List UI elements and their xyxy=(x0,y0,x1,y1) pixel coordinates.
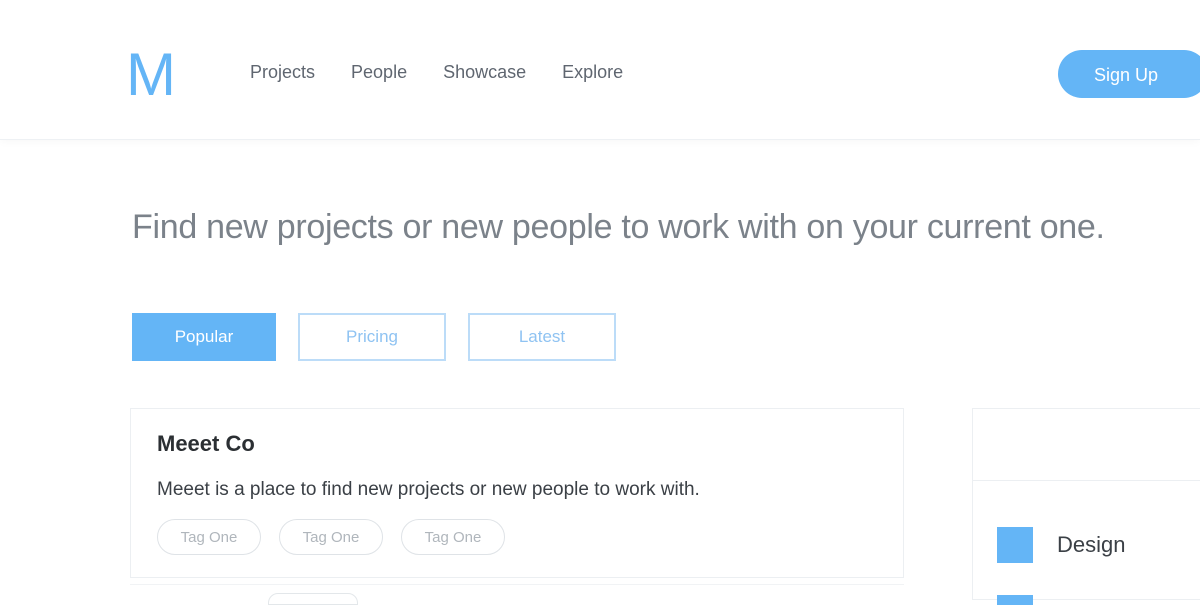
partial-element xyxy=(268,593,358,605)
project-card[interactable]: Meeet Co Meeet is a place to find new pr… xyxy=(130,408,904,578)
sidebar-item-label: Design xyxy=(1057,532,1126,557)
nav-link-explore[interactable]: Explore xyxy=(562,62,623,83)
filter-tab-pricing[interactable]: Pricing xyxy=(298,313,446,361)
main-nav: Projects People Showcase Explore xyxy=(250,62,623,83)
project-tags: Tag One Tag One Tag One xyxy=(157,519,505,555)
page-headline: Find new projects or new people to work … xyxy=(132,208,1105,246)
category-sidebar: Design xyxy=(972,408,1200,605)
nav-link-showcase[interactable]: Showcase xyxy=(443,62,526,83)
filter-tab-popular[interactable]: Popular xyxy=(132,313,276,361)
project-description: Meeet is a place to find new projects or… xyxy=(157,479,700,500)
sidebar-item-design[interactable]: Design xyxy=(997,527,1125,563)
color-swatch xyxy=(997,527,1033,563)
nav-link-projects[interactable]: Projects xyxy=(250,62,315,83)
sidebar-header xyxy=(973,409,1200,481)
brand-logo[interactable]: M xyxy=(126,40,176,110)
nav-link-people[interactable]: People xyxy=(351,62,407,83)
sign-up-button[interactable]: Sign Up xyxy=(1058,50,1200,98)
top-navigation-bar: M Projects People Showcase Explore Sign … xyxy=(0,0,1200,140)
next-project-card-partial xyxy=(130,584,904,605)
tag-pill[interactable]: Tag One xyxy=(401,519,505,555)
color-swatch xyxy=(997,595,1033,605)
tag-pill[interactable]: Tag One xyxy=(279,519,383,555)
filter-tabs: Popular Pricing Latest xyxy=(132,313,616,361)
tag-pill[interactable]: Tag One xyxy=(157,519,261,555)
filter-tab-latest[interactable]: Latest xyxy=(468,313,616,361)
project-title[interactable]: Meeet Co xyxy=(157,431,255,457)
